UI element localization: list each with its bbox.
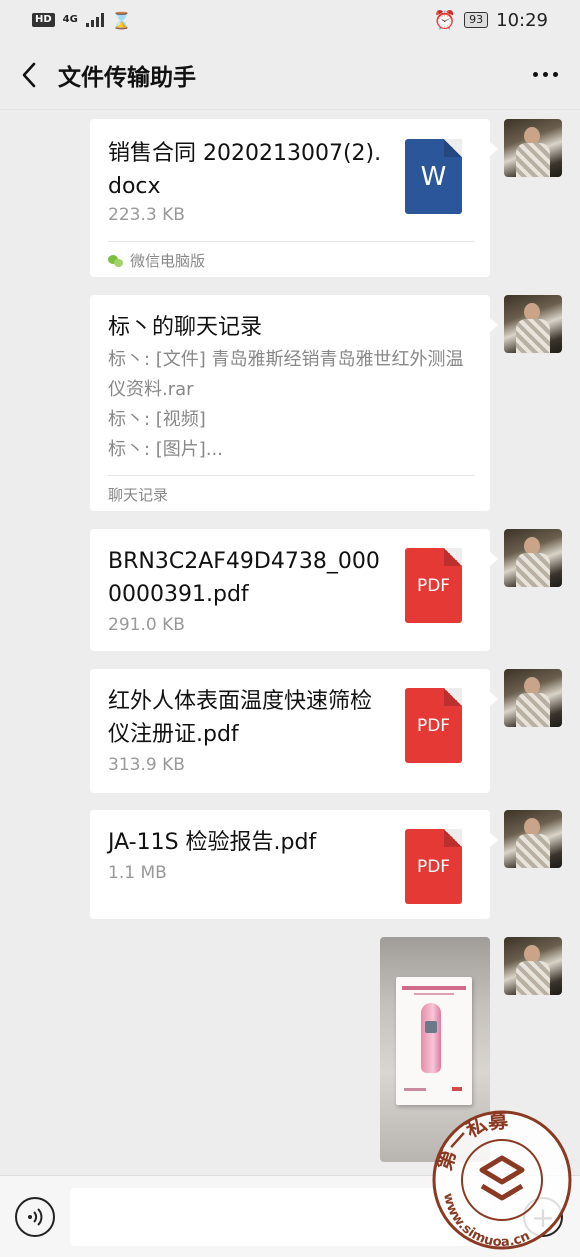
pdf-file-icon: PDF [405,829,462,904]
avatar[interactable] [504,810,562,868]
file-name: JA-11S 检验报告.pdf [108,830,317,855]
record-preview: 标丶: [文件] 青岛雅斯经销青岛雅世红外测温仪资料.rar 标丶: [视频] … [108,345,473,465]
chat-header: 文件传输助手 [0,40,580,110]
record-title: 标丶的聊天记录 [108,315,263,340]
file-size: 313.9 KB [108,755,185,775]
hourglass-icon: ⌛ [111,10,132,30]
wechat-icon [108,254,124,268]
record-line: 标丶: [文件] 青岛雅斯经销青岛雅世红外测温仪资料.rar [108,349,464,400]
pdf-file-icon: PDF [405,688,462,763]
chat-record-message[interactable]: 标丶的聊天记录 标丶: [文件] 青岛雅斯经销青岛雅世红外测温仪资料.rar 标… [90,295,498,511]
avatar[interactable] [504,295,562,353]
word-file-icon: W [405,139,462,214]
file-message-pdf[interactable]: 红外人体表面温度快速筛检仪注册证.pdf 313.9 KB PDF [90,669,498,793]
product-box-image [396,977,472,1105]
network-type: 4G [62,14,78,25]
file-name: 销售合同 2020213007(2).docx [108,141,382,199]
chevron-left-icon [22,62,36,87]
watermark-stamp: 第一私募 www.simuoa.cn [432,1108,572,1250]
file-message-pdf[interactable]: BRN3C2AF49D4738_0000000391.pdf 291.0 KB … [90,529,498,651]
record-footer: 聊天记录 [108,486,169,504]
record-line: 标丶: [视频] [108,409,206,430]
divider [108,241,474,242]
more-dots-icon [532,72,538,77]
avatar[interactable] [504,937,562,995]
avatar[interactable] [504,529,562,587]
chat-title: 文件传输助手 [58,64,196,91]
source-text: 微信电脑版 [130,252,206,270]
avatar[interactable] [504,669,562,727]
file-message-pdf[interactable]: JA-11S 检验报告.pdf 1.1 MB PDF [90,810,498,919]
voice-icon [28,1208,43,1226]
record-line: 标丶: [图片]... [108,439,223,460]
file-size: 223.3 KB [108,205,185,225]
avatar[interactable] [504,119,562,177]
file-name: BRN3C2AF49D4738_0000000391.pdf [108,549,380,607]
file-message-docx[interactable]: 销售合同 2020213007(2).docx 223.3 KB W 微信电脑版 [90,119,498,277]
status-bar: HD 4G ⌛ ⏰ 93 10:29 [0,0,580,40]
status-right: ⏰ 93 10:29 [434,10,548,31]
hd-badge: HD [32,13,55,27]
signal-icon [85,13,104,27]
clock: 10:29 [496,9,548,31]
source-label: 微信电脑版 [108,250,205,271]
file-size: 291.0 KB [108,615,185,635]
file-size: 1.1 MB [108,863,167,883]
voice-button[interactable] [15,1197,55,1237]
pdf-file-icon: PDF [405,548,462,623]
battery-level: 93 [464,12,489,28]
file-name: 红外人体表面温度快速筛检仪注册证.pdf [108,689,373,747]
message-input[interactable] [70,1188,490,1246]
status-left: HD 4G ⌛ [32,11,132,30]
alarm-icon: ⏰ [433,9,457,31]
divider [108,475,474,476]
back-button[interactable] [0,40,58,110]
more-button[interactable] [510,40,580,110]
